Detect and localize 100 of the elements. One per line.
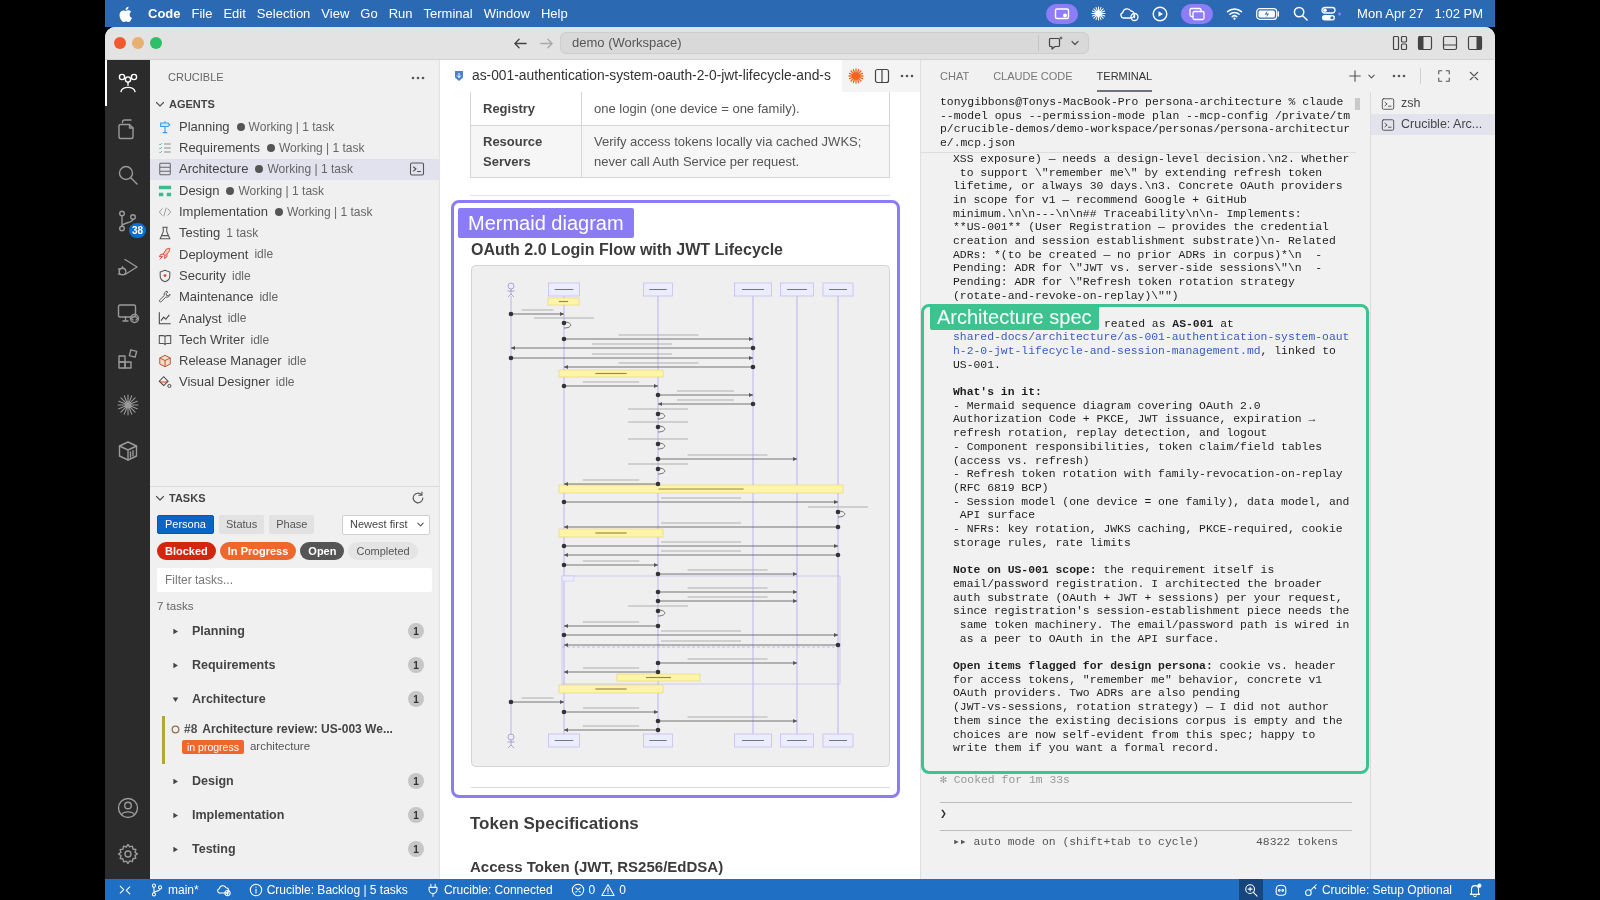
task-item[interactable]: #8 Architecture review: US-003 We... in progress architecture <box>162 716 429 764</box>
menu-item[interactable]: Terminal <box>423 3 473 24</box>
agent-item[interactable]: Release Manager idle <box>150 350 439 372</box>
agent-item[interactable]: Implementation Working | 1 task <box>150 201 439 223</box>
agent-item[interactable]: Architecture Working | 1 task <box>150 158 439 180</box>
screen-icon[interactable] <box>1046 3 1079 24</box>
panel-bottom-icon[interactable] <box>1442 35 1458 51</box>
menu-item[interactable]: View <box>321 3 350 24</box>
play-icon[interactable] <box>1152 5 1169 22</box>
control-center-icon[interactable] <box>1321 5 1343 22</box>
terminal-output: XSS exposure) — needs a design-level decision.\n2. Whether to support \"remember me\" by extending refresh token lifetime, or always 30 days.\n3. Concrete OAuth providers in scope for v1 — recommend Google + GitHub minimum.\n\n---\n\n## Traceability\n\n- Implements: **US-001** (User Registration — provides the credential creation and session establishment substrate)\n- Related ADRs: *(to be created — no prior ADRs in corpus)*\n - Pending: ADR for \"JWT vs. server-side sessions\"\n - Pending: ADR for \"Refresh token rotation strategy (rotate-and-revoke-on-replay)\"") <box>952 152 1351 304</box>
status-tag: in progress <box>182 740 244 754</box>
agent-item[interactable]: Analyst idle <box>150 307 439 329</box>
task-group[interactable]: Implementation 1 <box>150 798 439 832</box>
status-item[interactable]: Crucible: Backlog | 5 tasks <box>243 879 413 900</box>
section-heading: Access Token (JWT, RS256/EdDSA) <box>470 857 725 877</box>
book-icon <box>158 332 172 347</box>
layout-grid-icon[interactable] <box>1392 35 1408 51</box>
agent-item[interactable]: Visual Designer idle <box>150 371 439 393</box>
sidebar-right-icon[interactable] <box>1467 35 1483 51</box>
split-editor-icon[interactable] <box>874 68 890 84</box>
chevron-down-icon[interactable] <box>1070 38 1080 48</box>
wifi-icon[interactable] <box>1226 7 1244 20</box>
sidebar-left-icon[interactable] <box>1417 35 1433 51</box>
task-group[interactable]: Testing 1 <box>150 832 439 866</box>
menu-item[interactable]: Edit <box>223 3 246 24</box>
panel-tab[interactable]: TERMINAL <box>1096 60 1153 92</box>
menu-item[interactable]: Window <box>483 3 530 24</box>
scrollbar-thumb[interactable] <box>1355 98 1360 110</box>
status-item[interactable]: 0 0 <box>565 879 631 900</box>
terminal-session[interactable]: Crucible: Arc... <box>1371 114 1495 135</box>
menu-item[interactable]: Selection <box>256 3 311 24</box>
search-icon[interactable] <box>1293 6 1309 21</box>
agent-name: Tech Writer <box>179 330 245 349</box>
close-icon[interactable] <box>1468 70 1480 82</box>
filter-field[interactable]: Filter tasks... <box>157 568 432 592</box>
chat-sparkle-icon[interactable] <box>1048 35 1064 51</box>
section-header[interactable]: AGENTS <box>169 95 215 113</box>
settings-icon[interactable] <box>115 842 140 866</box>
more-icon[interactable] <box>411 75 425 80</box>
terminal-icon[interactable] <box>409 161 425 178</box>
agent-status: Working | 1 task <box>238 182 325 200</box>
app-menu[interactable]: Code <box>148 3 181 24</box>
menu-item[interactable]: Help <box>540 3 568 24</box>
task-group[interactable]: Requirements 1 <box>150 648 439 682</box>
group-name: Requirements <box>192 656 276 674</box>
status-filter-chip[interactable]: Blocked <box>157 542 216 560</box>
status-item[interactable]: Crucible: Connected <box>420 879 558 900</box>
status-item[interactable]: Crucible: Setup Optional <box>1298 879 1457 900</box>
agent-status: idle <box>227 310 247 328</box>
agent-item[interactable]: Tech Writer idle <box>150 328 439 351</box>
agent-item[interactable]: Security idle <box>150 265 439 287</box>
editor-tab[interactable]: as-001-authentication-system-oauth-2-0-jwt-lifecycle-and-s <box>440 60 831 92</box>
terminal-session[interactable]: zsh <box>1371 93 1495 114</box>
terminal-text: What's in it: <box>953 386 1043 400</box>
more-icon[interactable] <box>1392 74 1406 78</box>
maximize-icon[interactable] <box>1437 69 1451 83</box>
cloud-icon[interactable] <box>1119 5 1140 22</box>
group-name: Architecture <box>192 690 266 708</box>
account-icon[interactable] <box>115 796 140 820</box>
status-filter-chip[interactable]: Completed <box>348 542 418 560</box>
status-item[interactable] <box>1238 879 1263 900</box>
agent-status: idle <box>259 289 279 306</box>
status-item[interactable]: main* <box>145 879 204 900</box>
task-tag: architecture <box>249 738 311 756</box>
windows-icon[interactable] <box>1181 3 1214 24</box>
menu-item[interactable]: File <box>191 3 213 24</box>
apple-logo-icon[interactable] <box>119 5 132 22</box>
group-by-tab[interactable]: Status <box>219 515 265 534</box>
count-badge: 1 <box>408 691 424 707</box>
panel-tab[interactable]: CLAUDE CODE <box>993 60 1073 92</box>
file-link[interactable]: h-2-0-jwt-lifecycle-and-session-management.md <box>953 344 1261 357</box>
panel-tab[interactable]: CHAT <box>940 60 970 92</box>
group-by-tab[interactable]: Phase <box>269 515 315 534</box>
task-group[interactable]: Design 1 <box>150 764 439 798</box>
task-group[interactable]: Planning 1 <box>150 614 439 648</box>
agent-item[interactable]: Requirements Working | 1 task <box>150 137 439 159</box>
sort-dropdown[interactable]: Newest first <box>342 514 430 535</box>
sparkle-icon[interactable] <box>848 68 864 84</box>
task-group[interactable]: Architecture 1 <box>150 682 439 716</box>
command-center[interactable]: demo (Workspace) <box>560 32 1089 54</box>
agent-item[interactable]: Testing 1 task <box>150 222 439 244</box>
refresh-icon[interactable] <box>411 491 425 505</box>
shield-icon <box>158 268 172 283</box>
status-filter-chip[interactable]: Open <box>300 542 345 560</box>
agent-item[interactable]: Design Working | 1 task <box>150 179 439 202</box>
agent-item[interactable]: Planning Working | 1 task <box>150 116 439 138</box>
activity-bar-tab[interactable]: 38 <box>105 198 150 244</box>
menu-item[interactable]: Run <box>388 3 413 24</box>
group-name: Design <box>192 772 234 790</box>
close-window-icon[interactable] <box>114 37 126 49</box>
section-header[interactable]: TASKS <box>169 489 206 507</box>
agent-item[interactable]: Deployment idle <box>150 243 439 266</box>
file-link[interactable]: shared-docs/architecture/as-001-authentication-system-oaut <box>953 331 1350 345</box>
more-icon[interactable] <box>900 74 914 78</box>
menu-item[interactable]: Go <box>360 3 378 24</box>
agent-item[interactable]: Maintenance idle <box>150 286 439 308</box>
plus-icon[interactable] <box>1348 69 1362 83</box>
battery-icon[interactable] <box>1256 7 1281 20</box>
group-by-tab[interactable]: Persona <box>157 515 214 534</box>
